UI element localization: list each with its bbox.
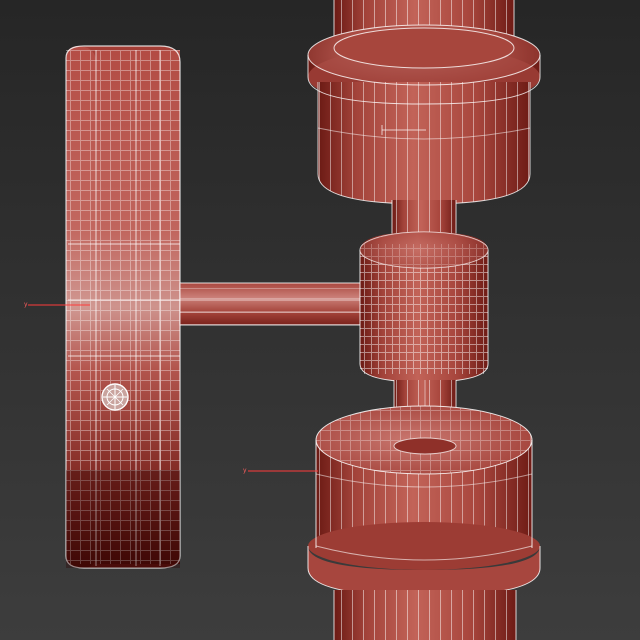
viewport-scene[interactable]: y y [0, 0, 640, 640]
arm-rod[interactable] [179, 282, 367, 326]
svg-text:y: y [243, 467, 247, 474]
3d-viewport[interactable]: y y [0, 0, 640, 640]
back-plate[interactable] [65, 45, 181, 569]
svg-text:y: y [24, 301, 28, 308]
top-cup[interactable] [307, 24, 541, 205]
mounting-screw [101, 383, 129, 411]
bottom-cup[interactable] [307, 405, 541, 597]
joint-coupling[interactable] [359, 231, 489, 383]
bottom-tube[interactable] [333, 590, 517, 640]
